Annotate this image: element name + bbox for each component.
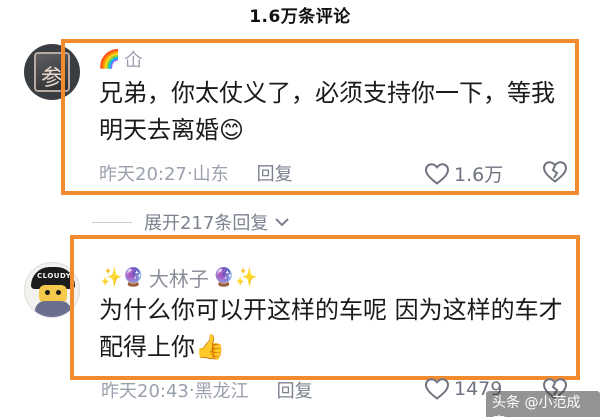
heart-outline-icon [424, 378, 450, 400]
chevron-down-icon [275, 218, 290, 227]
broken-heart-icon [542, 161, 568, 183]
comment-text-line: 配得上你👍 [99, 333, 225, 361]
avatar-eye [45, 290, 50, 295]
comment-text-line: 为什么你可以开这样的车呢 因为这样的车才 [99, 296, 563, 324]
avatar-body [35, 301, 71, 317]
divider-line [92, 221, 132, 223]
like-count: 1.6万 [454, 164, 504, 186]
username: 大林子 [148, 267, 209, 291]
comment-meta: 昨天20:27 · 山东 回复 [99, 160, 293, 186]
comment-text: 为什么你可以开这样的车呢 因为这样的车才 配得上你👍 [99, 292, 574, 366]
username: 仚 [124, 50, 143, 71]
comment-time: 昨天20:27 [99, 164, 187, 185]
watermark: 头条 @小范成章 [486, 391, 600, 417]
comment-text: 兄弟，你太仗义了，必须支持你一下，等我 明天去离婚😊 [99, 75, 569, 149]
username-emoji: 🔮✨ [212, 267, 258, 288]
comment-time: 昨天20:43 [101, 381, 189, 402]
dislike-button[interactable] [542, 160, 568, 188]
expand-replies-button[interactable]: 展开217条回复 [92, 209, 290, 235]
comment-location: 山东 [192, 164, 229, 185]
username-row[interactable]: ✨🔮 大林子 🔮✨ [100, 263, 258, 292]
reply-button[interactable]: 回复 [257, 160, 293, 186]
comments-header-title: 1.6万条评论 [249, 7, 351, 27]
heart-outline-icon [424, 162, 450, 185]
comment-meta: 昨天20:43 · 黑龙江 回复 [101, 377, 313, 403]
username-row[interactable]: 🌈 仚 [98, 46, 142, 72]
username-emoji: ✨🔮 [100, 267, 145, 288]
avatar-eye [56, 290, 61, 295]
comment-text-line: 兄弟，你太仗义了，必须支持你一下，等我 [99, 79, 555, 107]
avatar-hat-text: CLOUDY [37, 272, 72, 280]
like-button[interactable]: 1.6万 [424, 160, 503, 187]
reply-button[interactable]: 回复 [277, 377, 313, 403]
username-emoji: 🌈 [98, 48, 121, 70]
comment-text-line: 明天去离婚😊 [99, 116, 245, 144]
comment-location: 黑龙江 [194, 381, 249, 402]
avatar-glyph: 参 [41, 66, 64, 91]
expand-replies-label: 展开217条回复 [144, 213, 269, 234]
